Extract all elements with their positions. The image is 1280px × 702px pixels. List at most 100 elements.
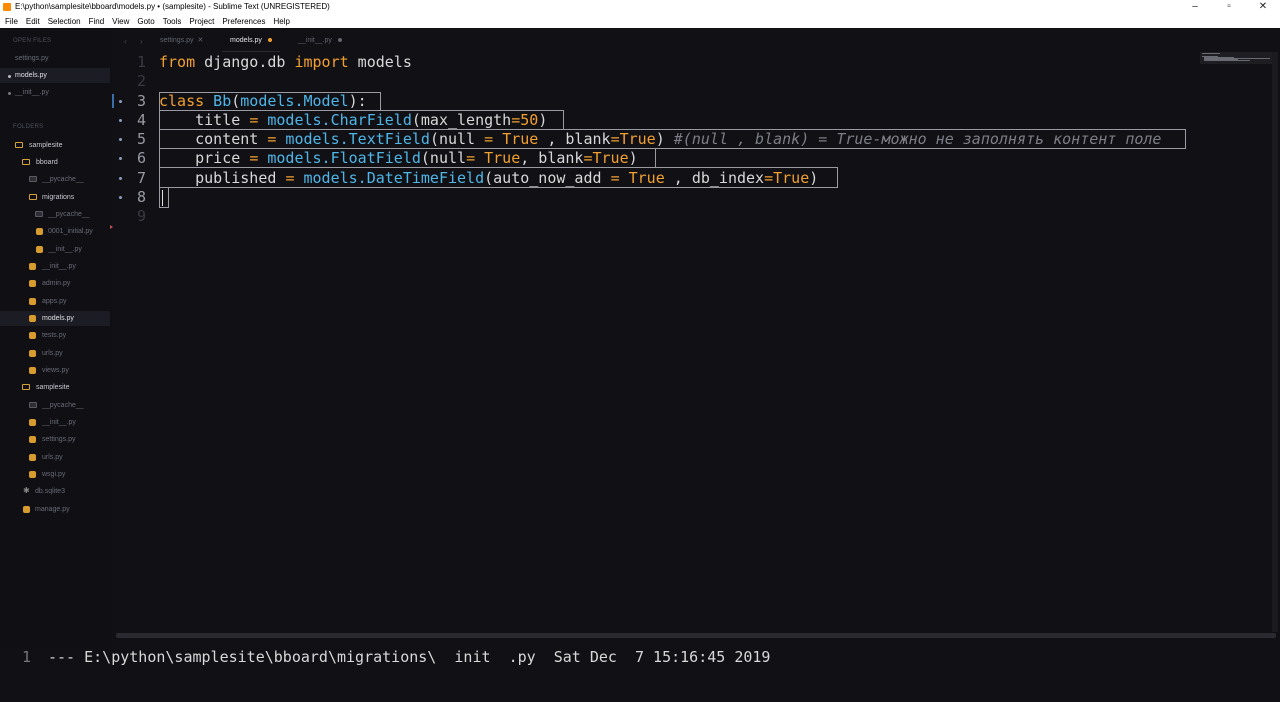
tab-nav-forward-icon[interactable]: › <box>140 37 143 46</box>
minimize-button[interactable]: – <box>1178 0 1212 14</box>
bool-literal: True <box>619 130 656 148</box>
python-file-icon <box>29 471 36 478</box>
line-number: 9 <box>136 207 146 225</box>
number-literal: 50 <box>520 111 539 129</box>
tree-file-manage[interactable]: manage.py <box>0 502 110 517</box>
tree-file-wsgi[interactable]: wsgi.py <box>0 467 110 482</box>
menu-find[interactable]: Find <box>85 14 109 28</box>
tree-folder-samplesite[interactable]: samplesite <box>0 138 110 153</box>
tree-file-init[interactable]: __init__.py <box>0 415 110 430</box>
menu-goto[interactable]: Goto <box>133 14 158 28</box>
tree-folder-pycache[interactable]: __pycache__ <box>0 172 110 187</box>
tree-label: migrations <box>42 194 75 201</box>
menu-preferences[interactable]: Preferences <box>218 14 269 28</box>
tree-label: db.sqlite3 <box>35 488 65 495</box>
line-number: 3 <box>136 92 146 110</box>
keyword: import <box>294 53 349 71</box>
menu-selection[interactable]: Selection <box>44 14 85 28</box>
text-caret <box>162 190 163 206</box>
python-file-icon <box>29 332 36 339</box>
menu-help[interactable]: Help <box>269 14 293 28</box>
tree-file-init[interactable]: __init__.py <box>0 242 110 257</box>
asterisk-file-icon: ✱ <box>23 486 30 495</box>
menu-project[interactable]: Project <box>185 14 218 28</box>
open-file-settings[interactable]: settings.py <box>0 51 110 66</box>
code-line-1: from django.db import models <box>159 53 412 72</box>
python-file-icon <box>29 280 36 287</box>
code-editor[interactable]: from django.db import models class Bb(mo… <box>159 52 1186 448</box>
tree-file-init[interactable]: __init__.py <box>0 259 110 274</box>
menu-view[interactable]: View <box>108 14 133 28</box>
tree-folder-pycache[interactable]: __pycache__ <box>0 398 110 413</box>
open-file-label: models.py <box>15 72 47 79</box>
python-file-icon <box>29 350 36 357</box>
tab-models[interactable]: models.py <box>222 33 280 52</box>
tree-label: __init__.py <box>42 419 76 426</box>
python-file-icon <box>29 298 36 305</box>
tree-label: __init__.py <box>48 246 82 253</box>
tree-file-db-sqlite[interactable]: ✱ db.sqlite3 <box>0 484 110 499</box>
tree-file-urls[interactable]: urls.py <box>0 346 110 361</box>
tree-folder-pycache[interactable]: __pycache__ <box>0 207 110 222</box>
code-text: , blank <box>520 149 584 167</box>
code-text: , blank <box>538 130 611 148</box>
console-panel: 1 --- E:\python\samplesite\bboard\migrat… <box>0 648 1280 666</box>
tree-label: tests.py <box>42 332 67 339</box>
selection-box <box>159 187 169 208</box>
tree-file-admin[interactable]: admin.py <box>0 276 110 291</box>
console-line-number: 1 <box>22 648 32 666</box>
minimap[interactable] <box>1200 52 1272 66</box>
tree-label: views.py <box>42 367 69 374</box>
tree-label: __pycache__ <box>42 176 84 183</box>
tab-init[interactable]: __init__.py <box>298 33 342 49</box>
base-class: models.Model <box>240 92 349 110</box>
line-number: 7 <box>136 169 146 187</box>
operator: = <box>484 130 494 148</box>
tree-file-tests[interactable]: tests.py <box>0 328 110 343</box>
tree-file-apps[interactable]: apps.py <box>0 294 110 309</box>
tree-file-0001-initial[interactable]: 0001_initial.py <box>0 224 110 239</box>
tree-label: __init__.py <box>42 263 76 270</box>
code-text: (null <box>420 149 467 167</box>
menu-edit[interactable]: Edit <box>22 14 44 28</box>
tree-folder-bboard[interactable]: bboard <box>0 155 110 170</box>
tab-label: settings.py <box>160 37 194 44</box>
tree-file-settings[interactable]: settings.py <box>0 432 110 447</box>
tree-label: samplesite <box>36 384 70 391</box>
tree-folder-samplesite-inner[interactable]: samplesite <box>0 380 110 395</box>
python-file-icon <box>23 506 30 513</box>
python-file-icon <box>29 315 36 322</box>
menu-tools[interactable]: Tools <box>159 14 186 28</box>
tree-file-views[interactable]: views.py <box>0 363 110 378</box>
folder-open-icon <box>29 194 37 200</box>
close-button[interactable]: ✕ <box>1246 0 1280 14</box>
tree-file-urls[interactable]: urls.py <box>0 450 110 465</box>
tree-file-models[interactable]: models.py <box>0 311 110 326</box>
tab-bar: ‹ › settings.py ✕ models.py __init__.py <box>112 28 1280 52</box>
keyword: class <box>159 92 205 110</box>
tab-close-icon[interactable]: ✕ <box>197 37 203 44</box>
vertical-scrollbar[interactable] <box>1272 52 1278 632</box>
python-file-icon <box>29 367 36 374</box>
tree-label: urls.py <box>42 454 63 461</box>
sublime-logo-icon <box>3 3 11 11</box>
menu-file[interactable]: File <box>0 14 22 28</box>
open-file-models[interactable]: models.py <box>0 68 110 83</box>
tab-nav-back-icon[interactable]: ‹ <box>124 37 127 46</box>
tab-settings[interactable]: settings.py ✕ <box>160 33 203 49</box>
modified-line-dot-icon <box>119 177 122 180</box>
tree-label: samplesite <box>29 142 63 149</box>
code-text: (null <box>429 130 485 148</box>
operator: = <box>511 111 521 129</box>
open-file-init[interactable]: __init__.py <box>0 85 110 100</box>
line-number: 2 <box>136 72 146 90</box>
tree-folder-migrations[interactable]: migrations <box>0 190 110 205</box>
folder-closed-icon <box>35 211 43 217</box>
open-file-label: settings.py <box>15 55 49 62</box>
bool-literal: True <box>773 169 810 187</box>
maximize-button[interactable]: ▫ <box>1212 0 1246 14</box>
tree-label: __pycache__ <box>48 211 90 218</box>
function-call: models.CharField <box>258 111 412 129</box>
horizontal-scrollbar[interactable] <box>116 633 1276 638</box>
